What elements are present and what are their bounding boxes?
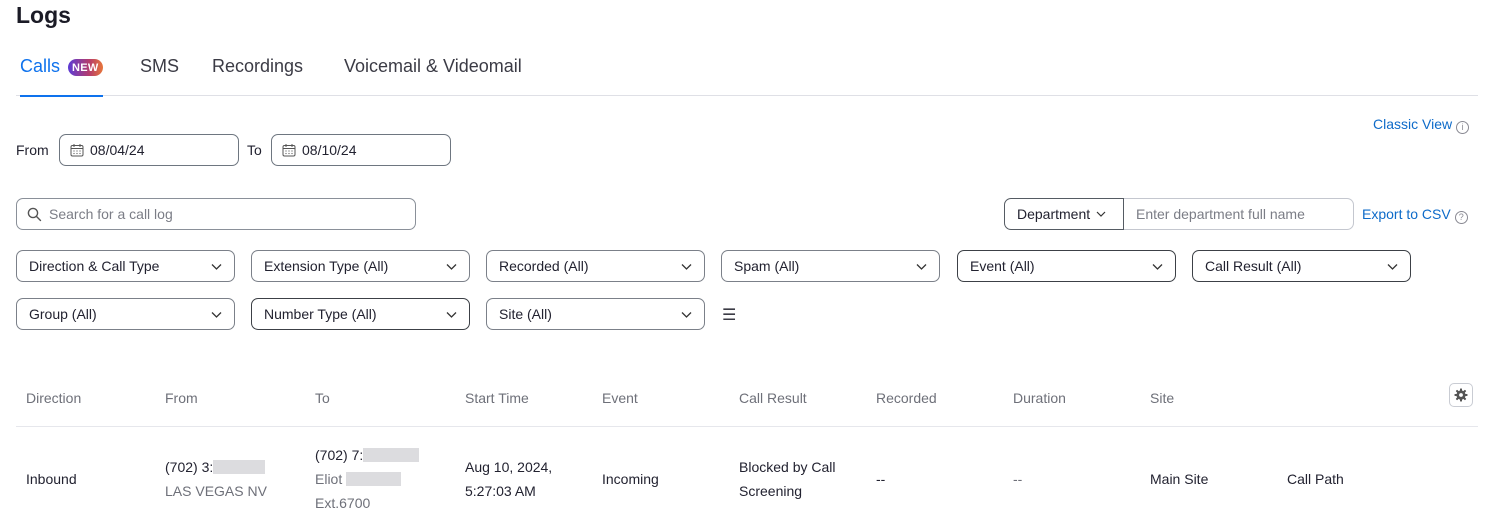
- tab-recordings[interactable]: Recordings: [212, 56, 303, 96]
- filter-call-result[interactable]: Call Result (All): [1192, 250, 1411, 282]
- new-badge: NEW: [68, 59, 103, 76]
- cell-to-extension: Ext.6700: [315, 495, 371, 511]
- classic-view-link[interactable]: Classic View i: [1373, 116, 1470, 134]
- from-label: From: [16, 142, 49, 158]
- chevron-down-icon: [1387, 264, 1398, 270]
- filter-label: Extension Type (All): [264, 258, 389, 274]
- cell-to-name: Eliot: [315, 467, 402, 491]
- filter-label: Call Result (All): [1205, 258, 1302, 274]
- search-icon: [27, 207, 42, 221]
- redacted-block: [346, 472, 402, 486]
- redacted-block: [363, 448, 420, 462]
- search-input[interactable]: [49, 206, 389, 222]
- calendar-icon: [282, 144, 296, 157]
- cell-to-number: (702) 7:: [315, 443, 420, 467]
- cell-start-time: 5:27:03 AM: [465, 483, 536, 499]
- filter-recorded[interactable]: Recorded (All): [486, 250, 705, 282]
- filter-event[interactable]: Event (All): [957, 250, 1176, 282]
- log-tabs: Calls NEW SMS Recordings Voicemail & Vide…: [16, 56, 1478, 97]
- cell-site: Main Site: [1150, 471, 1209, 487]
- cell-duration: --: [1013, 471, 1023, 487]
- gear-icon: [1454, 388, 1468, 402]
- page-title: Logs: [16, 2, 71, 28]
- filter-label: Spam (All): [734, 258, 800, 274]
- info-icon[interactable]: i: [1456, 121, 1470, 134]
- chevron-down-icon: [211, 312, 222, 318]
- filter-label: Group (All): [29, 306, 97, 322]
- column-header-to[interactable]: To: [315, 390, 330, 406]
- cell-direction: Inbound: [26, 471, 77, 487]
- from-date-picker[interactable]: 08/04/24: [59, 134, 239, 166]
- classic-view-label: Classic View: [1373, 116, 1453, 132]
- department-filter: Department: [1004, 198, 1354, 230]
- column-header-event[interactable]: Event: [602, 390, 638, 406]
- tab-calls-label: Calls: [20, 56, 61, 76]
- from-number: (702) 3:: [165, 459, 214, 475]
- filter-group[interactable]: Group (All): [16, 298, 235, 330]
- chevron-down-icon: [211, 264, 222, 270]
- cell-from-number: (702) 3:: [165, 455, 266, 479]
- column-header-recorded[interactable]: Recorded: [876, 390, 937, 406]
- column-header-start-time[interactable]: Start Time: [465, 390, 529, 406]
- to-label: To: [247, 142, 262, 158]
- calendar-icon: [70, 144, 84, 157]
- cell-from-location: LAS VEGAS NV: [165, 483, 267, 499]
- filter-number-type[interactable]: Number Type (All): [251, 298, 470, 330]
- export-csv-label: Export to CSV: [1362, 206, 1451, 222]
- to-date-value: 08/10/24: [302, 142, 357, 158]
- from-date-value: 08/04/24: [90, 142, 145, 158]
- cell-call-result-line1: Blocked by Call: [739, 459, 836, 475]
- filter-direction-call-type[interactable]: Direction & Call Type: [16, 250, 235, 282]
- filter-label: Direction & Call Type: [29, 258, 160, 274]
- department-select-label: Department: [1017, 206, 1091, 222]
- filter-extension-type[interactable]: Extension Type (All): [251, 250, 470, 282]
- cell-call-result-line2: Screening: [739, 483, 803, 499]
- department-select[interactable]: Department: [1004, 198, 1124, 230]
- column-header-site[interactable]: Site: [1150, 390, 1174, 406]
- column-header-direction[interactable]: Direction: [26, 390, 81, 406]
- filter-label: Recorded (All): [499, 258, 589, 274]
- department-name-input[interactable]: [1124, 198, 1354, 230]
- filter-label: Site (All): [499, 306, 552, 322]
- chevron-down-icon: [1152, 264, 1163, 270]
- column-header-duration[interactable]: Duration: [1013, 390, 1066, 406]
- to-number: (702) 7:: [315, 447, 364, 463]
- chevron-down-icon: [916, 264, 927, 270]
- table-settings-button[interactable]: [1449, 383, 1473, 407]
- chevron-down-icon: [681, 264, 692, 270]
- column-header-from[interactable]: From: [165, 390, 198, 406]
- filter-site[interactable]: Site (All): [486, 298, 705, 330]
- filter-label: Number Type (All): [264, 306, 377, 322]
- cell-recorded: --: [876, 471, 886, 487]
- call-log-search: [16, 198, 416, 230]
- chevron-down-icon: [446, 264, 457, 270]
- tab-voicemail-videomail[interactable]: Voicemail & Videomail: [344, 56, 522, 96]
- filter-spam[interactable]: Spam (All): [721, 250, 940, 282]
- to-name: Eliot: [315, 471, 343, 487]
- cell-event: Incoming: [602, 471, 659, 487]
- redacted-block: [213, 460, 266, 474]
- call-path-link[interactable]: Call Path: [1287, 467, 1344, 491]
- column-header-call-result[interactable]: Call Result: [739, 390, 807, 406]
- chevron-down-icon: [681, 312, 692, 318]
- table-header-divider: [16, 426, 1478, 427]
- tab-calls[interactable]: Calls NEW: [20, 56, 103, 97]
- to-date-picker[interactable]: 08/10/24: [271, 134, 451, 166]
- help-icon[interactable]: ?: [1454, 211, 1468, 224]
- list-menu-icon[interactable]: ☰: [722, 305, 736, 325]
- filter-label: Event (All): [970, 258, 1035, 274]
- cell-start-date: Aug 10, 2024,: [465, 459, 553, 475]
- chevron-down-icon: [1096, 211, 1106, 217]
- export-csv-link[interactable]: Export to CSV?: [1362, 206, 1468, 224]
- tab-sms[interactable]: SMS: [140, 56, 179, 96]
- chevron-down-icon: [446, 312, 457, 318]
